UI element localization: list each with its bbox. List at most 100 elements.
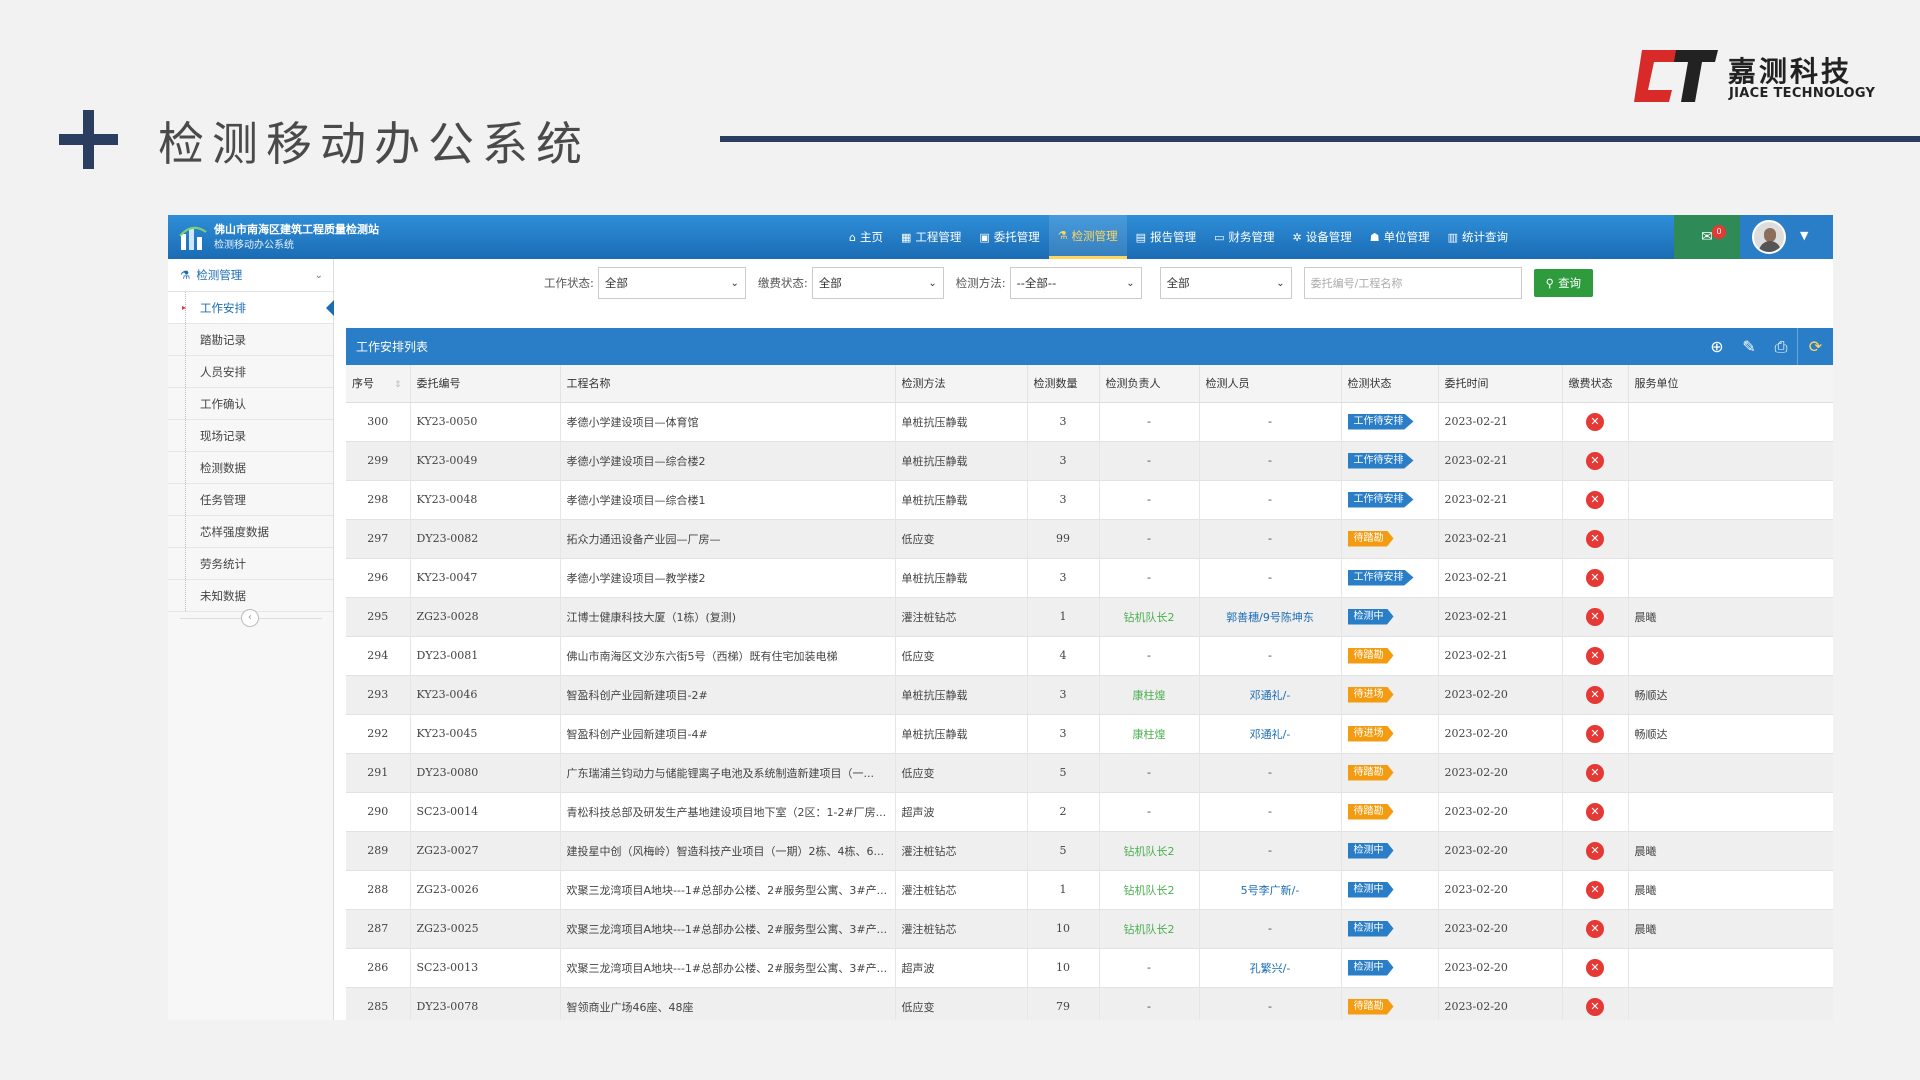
cell-no: 297 [346,519,411,559]
pay-status-select[interactable]: 全部 ⌄ [811,267,944,299]
extra-select[interactable]: 全部 ⌄ [1159,267,1292,299]
nav-item-5[interactable]: ▭ 财务管理 [1205,215,1283,259]
column-header[interactable]: 检测状态 [1341,365,1439,403]
table-row[interactable]: 288 ZG23-0026 欢聚三龙湾项目A地块---1#总部办公楼、2#服务型公寓… [346,870,1833,910]
cell-qty: 3 [1027,714,1100,754]
column-header[interactable]: 委托时间 [1438,365,1563,403]
sidebar-item-label: 检测数据 [200,461,246,475]
table-row[interactable]: 287 ZG23-0025 欢聚三龙湾项目A地块---1#总部办公楼、2#服务型公寓… [346,909,1833,949]
sidebar-item[interactable]: 检测数据 [168,452,333,484]
cell-status: 检测中 [1341,909,1439,949]
table-panel-header: 工作安排列表 ⊕ ✎ ⎙ ⟳ [346,328,1833,365]
cell-qty: 10 [1027,909,1100,949]
table-row[interactable]: 295 ZG23-0028 江博士健康科技大厦（1栋）(复测) 灌注桩钻芯 1 钻机队长2… [346,597,1833,637]
table-row[interactable]: 290 SC23-0014 青松科技总部及研发生产基地建设项目地下室（2区：1-2#… [346,792,1833,832]
nav-item-1[interactable]: ▦ 工程管理 [892,215,970,259]
table-row[interactable]: 292 KY23-0045 智盈科创产业园新建项目-4# 单桩抗压静载 3 康柱煌 邓通礼/… [346,714,1833,754]
cell-qty: 1 [1027,597,1100,637]
column-header[interactable]: 委托编号 [410,365,561,403]
cell-unit: 晨曦 [1628,831,1833,871]
entrust-icon: ▣ [979,230,990,244]
table-row[interactable]: 299 KY23-0049 孝德小学建设项目—综合楼2 单桩抗压静载 3- - 工作待安排 2… [346,441,1833,481]
cell-lead: - [1099,558,1200,598]
table-row[interactable]: 293 KY23-0046 智盈科创产业园新建项目-2# 单桩抗压静载 3 康柱煌 邓通礼/… [346,675,1833,715]
search-input[interactable]: 委托编号/工程名称 [1303,267,1522,299]
sidebar-item[interactable]: 现场记录 [168,420,333,452]
work-status-select[interactable]: 全部 ⌄ [597,267,746,299]
column-header[interactable]: 检测数量 [1027,365,1100,403]
table-row[interactable]: 296 KY23-0047 孝德小学建设项目—教学楼2 单桩抗压静载 3- - 工作待安排 2… [346,558,1833,598]
sidebar-item[interactable]: 未知数据 [168,580,333,612]
column-header[interactable]: 工程名称 [560,365,896,403]
cell-unit: 晨曦 [1628,909,1833,949]
refresh-icon[interactable]: ⟳ [1797,328,1833,365]
cell-no: 291 [346,753,411,793]
unpaid-x-icon: ✕ [1586,958,1604,977]
user-menu[interactable]: ▼ [1740,215,1833,259]
table-row[interactable]: 297 DY23-0082 拓众力通迅设备产业园—厂房— 低应变 99- - 待踏勘 2023… [346,519,1833,559]
cell-lead: - [1099,441,1200,481]
unpaid-x-icon: ✕ [1586,724,1604,743]
cell-lead: - [1099,402,1200,442]
sidebar-item[interactable]: 踏勘记录 [168,324,333,356]
cell-date: 2023-02-21 [1438,441,1563,481]
nav-item-4[interactable]: ▤ 报告管理 [1127,215,1205,259]
cell-method: 低应变 [895,636,1028,676]
cell-unit [1628,441,1833,481]
cell-method: 灌注桩钻芯 [895,870,1028,910]
column-header[interactable]: 检测负责人 [1099,365,1200,403]
cell-date: 2023-02-20 [1438,909,1563,949]
cell-name: 智盈科创产业园新建项目-4# [560,714,896,754]
sidebar-item[interactable]: 任务管理 [168,484,333,516]
column-header[interactable]: 序号 ⇕ [346,365,411,403]
cell-staff: - [1199,987,1342,1020]
column-header-label: 工程名称 [566,377,611,391]
sidebar-item[interactable]: 人员安排 [168,356,333,388]
table-row[interactable]: 291 DY23-0080 广东瑞浦兰钧动力与储能锂离子电池及系统制造新建项目（一.… [346,753,1833,793]
table-row[interactable]: 298 KY23-0048 孝德小学建设项目—综合楼1 单桩抗压静载 3- - 工作待安排 2… [346,480,1833,520]
cell-code: SC23-0013 [410,948,561,988]
sidebar-item[interactable]: 工作确认 [168,388,333,420]
column-header[interactable]: 检测人员 [1199,365,1342,403]
cell-qty: 99 [1027,519,1100,559]
cell-qty: 3 [1027,558,1100,598]
sidebar-item[interactable]: ▸ 工作安排 [168,292,334,324]
edit-icon[interactable]: ✎ [1733,328,1765,365]
select-arrow-icon: ⌄ [928,277,937,289]
cell-method: 灌注桩钻芯 [895,831,1028,871]
cell-unit [1628,636,1833,676]
sort-icon[interactable]: ⇕ [394,380,402,390]
query-button[interactable]: ⚲ 查询 [1533,269,1594,297]
collapse-sidebar-button[interactable]: ‹ [241,609,259,627]
status-badge: 检测中 [1347,881,1394,898]
mail-button[interactable]: ✉ 0 [1674,215,1740,259]
table-row[interactable]: 289 ZG23-0027 建投星中创（风梅岭）智造科技产业项目（一期）2栋、4栋、… [346,831,1833,871]
nav-item-8[interactable]: ▥ 统计查询 [1439,215,1517,259]
sidebar-section-header[interactable]: ⚗ 检测管理 ⌄ [168,259,333,292]
cell-staff: - [1199,441,1342,481]
sidebar-item[interactable]: 劳务统计 [168,548,333,580]
table-row[interactable]: 286 SC23-0013 欢聚三龙湾项目A地块---1#总部办公楼、2#服务型公寓… [346,948,1833,988]
table-row[interactable]: 300 KY23-0050 孝德小学建设项目—体育馆 单桩抗压静载 3- - 工作待安排 20… [346,402,1833,442]
cell-date: 2023-02-21 [1438,636,1563,676]
table-row[interactable]: 294 DY23-0081 佛山市南海区文沙东六街5号（西梯）既有住宅加装电梯 低应变… [346,636,1833,676]
nav-item-3[interactable]: ⚗ 检测管理 [1048,215,1127,259]
sidebar-item[interactable]: 芯样强度数据 [168,516,333,548]
nav-item-2[interactable]: ▣ 委托管理 [970,215,1048,259]
column-header[interactable]: 缴费状态 [1562,365,1629,403]
table-row[interactable]: 285 DY23-0078 智领商业广场46座、48座 低应变 79- - 待踏勘 2023-… [346,987,1833,1020]
cell-name: 孝德小学建设项目—综合楼2 [560,441,896,481]
cell-staff: 邓通礼/- [1199,675,1342,715]
nav-item-0[interactable]: ⌂ 主页 [840,215,892,259]
cell-pay-status: ✕ [1562,558,1629,598]
zoom-search-icon[interactable]: ⊕ [1701,328,1733,365]
print-icon[interactable]: ⎙ [1765,328,1797,365]
cell-lead: 钻机队长2 [1099,831,1200,871]
column-header[interactable]: 服务单位 [1628,365,1833,403]
nav-item-6[interactable]: ✲ 设备管理 [1283,215,1360,259]
cell-staff: - [1199,753,1342,793]
method-select[interactable]: --全部-- ⌄ [1009,267,1142,299]
cell-staff: - [1199,558,1342,598]
column-header[interactable]: 检测方法 [895,365,1028,403]
nav-item-7[interactable]: ☗ 单位管理 [1361,215,1439,259]
